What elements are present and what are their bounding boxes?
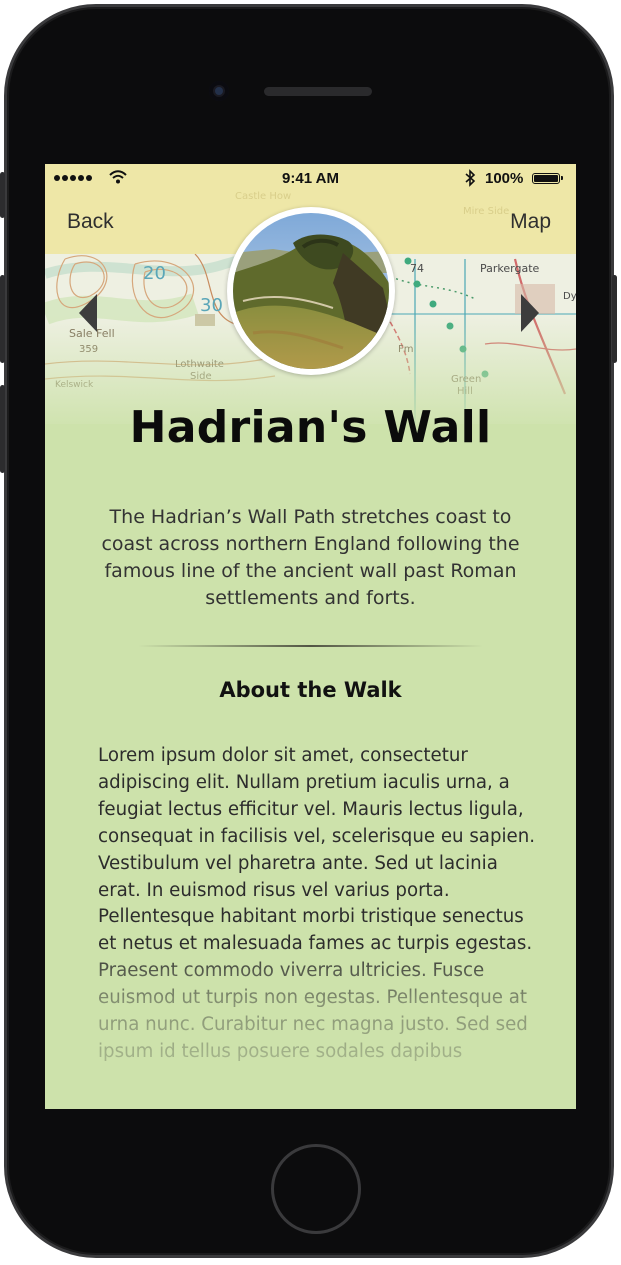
walk-intro: The Hadrian’s Wall Path stretches coast … xyxy=(101,506,520,609)
svg-text:30: 30 xyxy=(200,295,223,316)
walk-hero-image xyxy=(227,207,395,375)
power-button xyxy=(612,275,617,363)
svg-text:74: 74 xyxy=(410,262,424,275)
text-fade-overlay xyxy=(45,944,576,1109)
svg-text:20: 20 xyxy=(143,263,166,284)
volume-down-button xyxy=(0,385,5,473)
home-button[interactable] xyxy=(271,1144,361,1234)
back-button[interactable]: Back xyxy=(67,210,114,234)
bluetooth-icon xyxy=(465,169,476,187)
battery-icon xyxy=(532,173,563,184)
svg-text:Parkergate: Parkergate xyxy=(480,262,540,275)
earpiece-speaker xyxy=(264,87,372,96)
volume-up-button xyxy=(0,275,5,363)
about-section-heading: About the Walk xyxy=(219,678,402,702)
walk-title: Hadrian's Wall xyxy=(129,402,492,453)
mute-switch xyxy=(0,172,5,218)
status-bar: 9:41 AM 100% xyxy=(45,164,576,192)
battery-percentage: 100% xyxy=(485,170,524,187)
front-camera xyxy=(209,81,229,101)
map-button[interactable]: Map xyxy=(510,210,551,234)
triangle-right-icon[interactable] xyxy=(519,294,539,332)
triangle-left-icon[interactable] xyxy=(79,294,99,332)
section-divider xyxy=(138,645,483,647)
svg-text:Dy: Dy xyxy=(563,291,576,302)
screen: Sale Fell 359 Lothwaite Side Kelswick 20… xyxy=(45,164,576,1109)
